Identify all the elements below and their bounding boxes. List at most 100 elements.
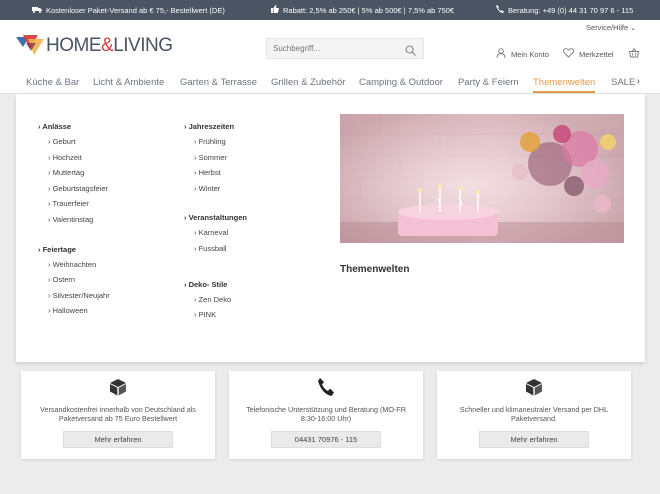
search-input[interactable]	[267, 44, 397, 53]
list-item[interactable]: › PINK	[184, 310, 247, 319]
group-heading-deko-stile[interactable]: › Deko- Stile	[184, 280, 247, 289]
list-item-label: Geburt	[52, 137, 76, 146]
group-heading-label: Jahreszeiten	[188, 122, 235, 131]
nav-item-themenwelten[interactable]: Themenwelten	[533, 77, 596, 93]
logo-mark-icon	[16, 35, 44, 57]
list-item[interactable]: › Geburt	[38, 137, 110, 146]
group-heading-label: Feiertage	[42, 244, 76, 254]
list-item-label: Geburtstagsfeier	[52, 183, 109, 193]
nav-item-camping-outdoor[interactable]: Camping & Outdoor	[359, 77, 443, 88]
main-navigation: Küche & Bar Licht & Ambiente Garten & Te…	[0, 72, 660, 94]
list-item[interactable]: › Geburtstagsfeier	[38, 184, 110, 193]
logo-text: HOME&LIVING	[46, 35, 173, 57]
group-heading-jahreszeiten[interactable]: › Jahreszeiten	[184, 122, 247, 131]
more-info-button[interactable]: Mehr erfahren	[479, 431, 589, 448]
discount-text: Rabatt: 2,5% ab 250€ | 5% ab 500€ | 7,5%…	[283, 5, 455, 15]
flyout-column-1: › Anlässe › Geburt › Hochzeit › Mutterta…	[38, 122, 110, 322]
info-box-text: Schneller und klimaneutraler Versand per…	[459, 405, 609, 423]
list-item[interactable]: › Silvester/Neujahr	[38, 291, 110, 300]
top-info-bar: Kostenloser Paket-Versand ab € 75,- Best…	[0, 0, 660, 20]
account-link[interactable]: Mein Konto	[496, 48, 549, 60]
package-icon	[524, 377, 544, 402]
list-item-label: Hochzeit	[52, 152, 82, 162]
list-item-label: Valentinstag	[52, 214, 94, 224]
list-item[interactable]: › Valentinstag	[38, 215, 110, 224]
nav-item-garten-terrasse[interactable]: Garten & Terrasse	[180, 77, 257, 88]
group-heading-label: Veranstaltungen	[188, 213, 247, 223]
group-heading-label: Deko- Stile	[188, 279, 228, 289]
list-item-label: Halloween	[52, 306, 88, 316]
list-item-label: Silvester/Neujahr	[52, 290, 110, 300]
logo-ampersand: &	[101, 35, 114, 56]
basket-icon	[628, 48, 640, 60]
list-item[interactable]: › Frühling	[184, 137, 247, 146]
list-item[interactable]: › Karneval	[184, 228, 247, 237]
search-box	[266, 38, 424, 59]
list-item[interactable]: › Fussball	[184, 244, 247, 253]
user-icon	[496, 48, 506, 60]
teaser-image[interactable]	[340, 114, 624, 243]
cart-button[interactable]	[628, 48, 640, 60]
info-box-text: Versandkostenfrei innerhalb von Deutschl…	[40, 405, 196, 423]
list-item[interactable]: › Hochzeit	[38, 153, 110, 162]
list-item-label: Ostern	[52, 275, 76, 285]
list-item[interactable]: › Winter	[184, 184, 247, 193]
hotline-text[interactable]: Beratung: +49 (0) 44 31 70 97 6 - 115	[508, 6, 633, 15]
heart-icon	[563, 48, 574, 60]
wishlist-link[interactable]: Merkzettel	[563, 48, 614, 60]
package-icon	[108, 377, 128, 402]
list-item-label: Sommer	[198, 152, 227, 162]
service-label: Service/Hilfe	[586, 23, 629, 32]
more-info-button[interactable]: Mehr erfahren	[63, 431, 173, 448]
phone-icon	[317, 377, 335, 402]
list-item[interactable]: › Herbst	[184, 168, 247, 177]
list-item[interactable]: › Sommer	[184, 153, 247, 162]
group-heading-label: Anlässe	[42, 122, 72, 131]
group-heading-feiertage[interactable]: › Feiertage	[38, 245, 110, 254]
list-item[interactable]: › Muttertag	[38, 168, 110, 177]
site-header: Service/Hilfe ⌄ HOME&LIVING Mein Konto M…	[0, 20, 660, 72]
list-item-label: Karneval	[198, 228, 229, 238]
nav-item-sale[interactable]: SALE	[611, 77, 635, 88]
account-label: Mein Konto	[511, 49, 549, 59]
list-item[interactable]: › Trauerfeier	[38, 199, 110, 208]
list-item[interactable]: › Halloween	[38, 306, 110, 315]
list-item-label: Herbst	[198, 168, 221, 178]
phone-number-button[interactable]: 04431 70976 - 115	[271, 431, 381, 448]
logo-text-home: HOME	[46, 35, 102, 56]
service-menu[interactable]: Service/Hilfe ⌄	[586, 23, 636, 32]
chevron-right-icon[interactable]: ›	[637, 76, 640, 87]
list-item[interactable]: › Weihnachten	[38, 260, 110, 269]
list-item-label: Muttertag	[52, 168, 85, 178]
group-heading-anlaesse[interactable]: › Anlässe	[38, 122, 110, 131]
list-item-label: Frühling	[198, 137, 226, 146]
nav-item-party-feiern[interactable]: Party & Feiern	[458, 77, 519, 88]
info-box-phone: Telefonische Unterstützung und Beratung …	[229, 371, 423, 459]
group-heading-veranstaltungen[interactable]: › Veranstaltungen	[184, 213, 247, 222]
logo-text-living: LIVING	[113, 35, 173, 56]
list-item-label: Winter	[198, 183, 221, 193]
nav-item-licht-ambiente[interactable]: Licht & Ambiente	[93, 77, 164, 88]
list-item-label: Fussball	[198, 243, 227, 253]
phone-icon	[496, 5, 504, 15]
list-item[interactable]: › Zen Deko	[184, 295, 247, 304]
themenwelten-flyout: › Anlässe › Geburt › Hochzeit › Mutterta…	[16, 94, 645, 362]
search-icon[interactable]	[405, 43, 416, 61]
list-item-label: Weihnachten	[52, 259, 97, 269]
info-box-shipping: Versandkostenfrei innerhalb von Deutschl…	[21, 371, 215, 459]
logo[interactable]: HOME&LIVING	[16, 35, 173, 57]
info-box-dhl: Schneller und klimaneutraler Versand per…	[437, 371, 631, 459]
nav-item-grillen-zubehoer[interactable]: Grillen & Zubehör	[271, 77, 345, 88]
list-item[interactable]: › Ostern	[38, 275, 110, 284]
info-box-text: Telefonische Unterstützung und Beratung …	[246, 405, 406, 423]
discount-info: Rabatt: 2,5% ab 250€ | 5% ab 500€ | 7,5%…	[271, 0, 454, 20]
teaser-title[interactable]: Themenwelten	[340, 264, 409, 275]
nav-item-kueche-bar[interactable]: Küche & Bar	[26, 77, 79, 88]
list-item-label: Zen Deko	[198, 294, 232, 304]
truck-icon	[32, 6, 42, 15]
list-item-label: Trauerfeier	[52, 199, 89, 209]
list-item-label: PINK	[198, 310, 217, 320]
